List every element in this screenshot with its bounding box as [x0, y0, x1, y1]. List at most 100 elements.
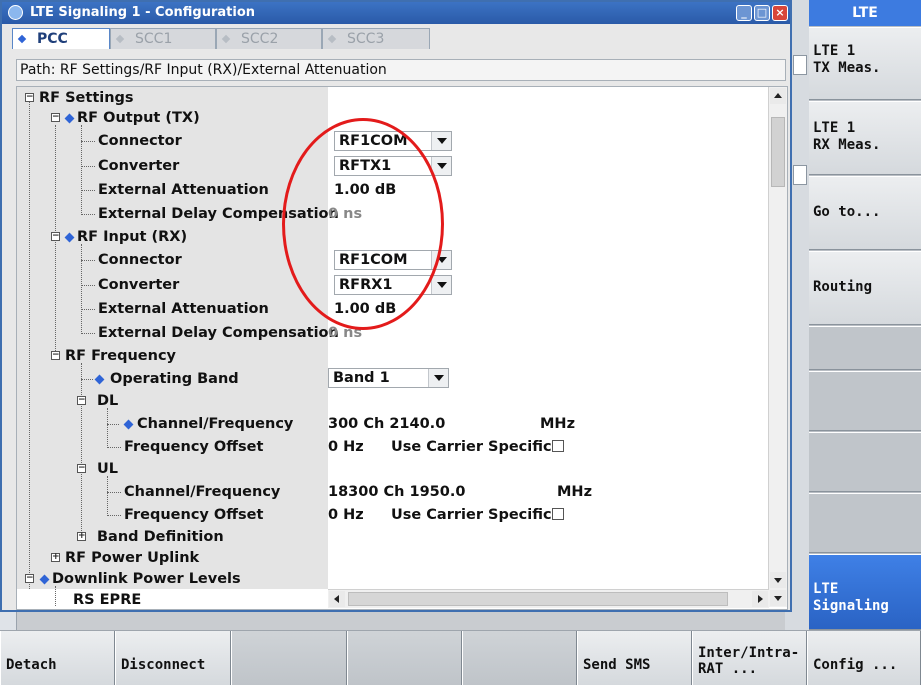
softkey-label: Disconnect	[121, 657, 206, 673]
tree-item-ul-freq-offset[interactable]: Frequency Offset	[124, 504, 263, 526]
tree-line	[81, 190, 95, 191]
collapse-icon[interactable]: −	[77, 396, 86, 405]
tree-item-rx-connector[interactable]: Connector	[98, 249, 182, 271]
send-sms-button[interactable]: Send SMS	[577, 631, 692, 685]
scroll-down-icon[interactable]	[770, 590, 786, 606]
tree-item-tx-converter[interactable]: Converter	[98, 155, 179, 177]
tree-line	[107, 408, 108, 446]
tree-line	[55, 125, 56, 357]
tree-item-tx-ext-atten[interactable]: External Attenuation	[98, 179, 269, 201]
dl-channel-value[interactable]: 300 Ch 2140.0	[328, 413, 445, 435]
tab-scc2[interactable]: SCC2	[216, 28, 322, 49]
tab-label: PCC	[37, 31, 68, 47]
chevron-down-icon[interactable]	[431, 276, 451, 294]
inter-intra-rat-button[interactable]: Inter/Intra- RAT ...	[692, 631, 807, 685]
node-label: External Attenuation	[98, 182, 269, 198]
tree-item-rx-ext-delay[interactable]: External Delay Compensation	[98, 322, 339, 344]
ul-channel-value[interactable]: 18300 Ch 1950.0	[328, 481, 465, 503]
ul-use-carrier-specific-checkbox[interactable]	[552, 508, 564, 520]
scroll-thumb[interactable]	[771, 117, 785, 187]
tree-line	[107, 476, 108, 514]
config-button[interactable]: Config ...	[807, 631, 921, 685]
tree-item-tx-connector[interactable]: Connector	[98, 130, 182, 152]
expand-icon[interactable]: +	[51, 553, 60, 562]
tree-line	[81, 363, 82, 535]
tree-item-ul-channel[interactable]: Channel/Frequency	[124, 481, 280, 503]
tree-line	[81, 333, 95, 334]
disconnect-button[interactable]: Disconnect	[115, 631, 231, 685]
dialog-title: LTE Signaling 1 - Configuration	[30, 5, 256, 20]
node-label: External Delay Compensation	[98, 325, 339, 341]
tree-item-rx-converter[interactable]: Converter	[98, 274, 179, 296]
annotation-ellipse	[282, 118, 444, 330]
node-label: DL	[97, 393, 119, 409]
diamond-icon	[327, 34, 337, 44]
chevron-down-icon[interactable]	[431, 132, 451, 150]
minimize-button[interactable]: _	[736, 5, 752, 21]
maximize-button[interactable]: □	[754, 5, 770, 21]
chevron-down-icon[interactable]	[428, 369, 448, 387]
background-field	[793, 165, 807, 185]
tree-line	[81, 285, 95, 286]
go-to-button[interactable]: Go to...	[809, 176, 921, 250]
node-label: Band Definition	[97, 529, 224, 545]
scroll-down-icon[interactable]	[770, 572, 786, 588]
node-label: RS EPRE	[73, 592, 142, 608]
diamond-icon	[115, 34, 125, 44]
node-label: Frequency Offset	[124, 507, 264, 523]
ul-freq-offset-value[interactable]: 0 Hz	[328, 504, 364, 526]
tree-line	[107, 447, 121, 448]
empty-softkey[interactable]	[347, 631, 462, 685]
tree-item-dl-freq-offset[interactable]: Frequency Offset	[124, 436, 263, 458]
collapse-icon[interactable]: −	[77, 464, 86, 473]
tab-scc1[interactable]: SCC1	[110, 28, 216, 49]
ul-channel-unit: MHz	[557, 484, 593, 500]
lte-tx-meas-button[interactable]: LTE 1 TX Meas.	[809, 27, 921, 100]
tab-pcc[interactable]: PCC	[12, 28, 110, 49]
empty-softkey[interactable]	[809, 371, 921, 431]
vertical-scrollbar[interactable]	[768, 87, 787, 589]
tree-line	[81, 141, 95, 142]
empty-softkey[interactable]	[462, 631, 577, 685]
tree-line	[81, 244, 82, 334]
empty-softkey[interactable]	[231, 631, 347, 685]
routing-button[interactable]: Routing	[809, 251, 921, 325]
collapse-icon[interactable]: −	[51, 113, 60, 122]
detach-button[interactable]: Detach	[0, 631, 115, 685]
lte-signaling-button[interactable]: LTE Signaling ON	[809, 554, 921, 648]
tree-item-rx-ext-atten[interactable]: External Attenuation	[98, 298, 269, 320]
collapse-icon[interactable]: −	[25, 574, 34, 583]
close-button[interactable]: ×	[772, 5, 788, 21]
empty-softkey[interactable]	[809, 432, 921, 492]
softkey-label: Config ...	[813, 657, 898, 673]
node-label: RF Settings	[39, 90, 134, 106]
tab-scc3[interactable]: SCC3	[322, 28, 430, 49]
scroll-right-icon[interactable]	[752, 591, 768, 607]
dialog-titlebar[interactable]: LTE Signaling 1 - Configuration _ □ ×	[2, 2, 790, 24]
horizontal-scrollbar[interactable]	[328, 589, 769, 608]
operating-band-select[interactable]: Band 1	[328, 368, 449, 388]
dl-use-carrier-specific-checkbox[interactable]	[552, 440, 564, 452]
tree-item-rs-epre[interactable]: RS EPRE	[73, 589, 142, 609]
empty-softkey[interactable]	[809, 326, 921, 370]
collapse-icon[interactable]: −	[51, 351, 60, 360]
tree-line	[81, 379, 93, 380]
dl-use-carrier-specific-label: Use Carrier Specific:	[391, 439, 558, 455]
node-label: Downlink Power Levels	[52, 571, 241, 587]
expand-icon[interactable]: +	[77, 532, 86, 541]
node-label: RF Output (TX)	[77, 110, 200, 126]
collapse-icon[interactable]: −	[51, 232, 60, 241]
node-label: Channel/Frequency	[124, 484, 281, 500]
dl-channel-unit: MHz	[540, 416, 576, 432]
background-field	[793, 55, 807, 75]
scroll-thumb[interactable]	[348, 592, 728, 606]
dl-freq-offset-value[interactable]: 0 Hz	[328, 436, 364, 458]
ul-use-carrier-specific-label: Use Carrier Specific:	[391, 507, 558, 523]
node-label: Converter	[98, 277, 180, 293]
scroll-up-icon[interactable]	[770, 88, 786, 104]
lte-rx-meas-button[interactable]: LTE 1 RX Meas.	[809, 101, 921, 175]
diamond-icon	[221, 34, 231, 44]
empty-softkey[interactable]	[809, 493, 921, 553]
collapse-icon[interactable]: −	[25, 93, 34, 102]
scroll-left-icon[interactable]	[329, 591, 345, 607]
